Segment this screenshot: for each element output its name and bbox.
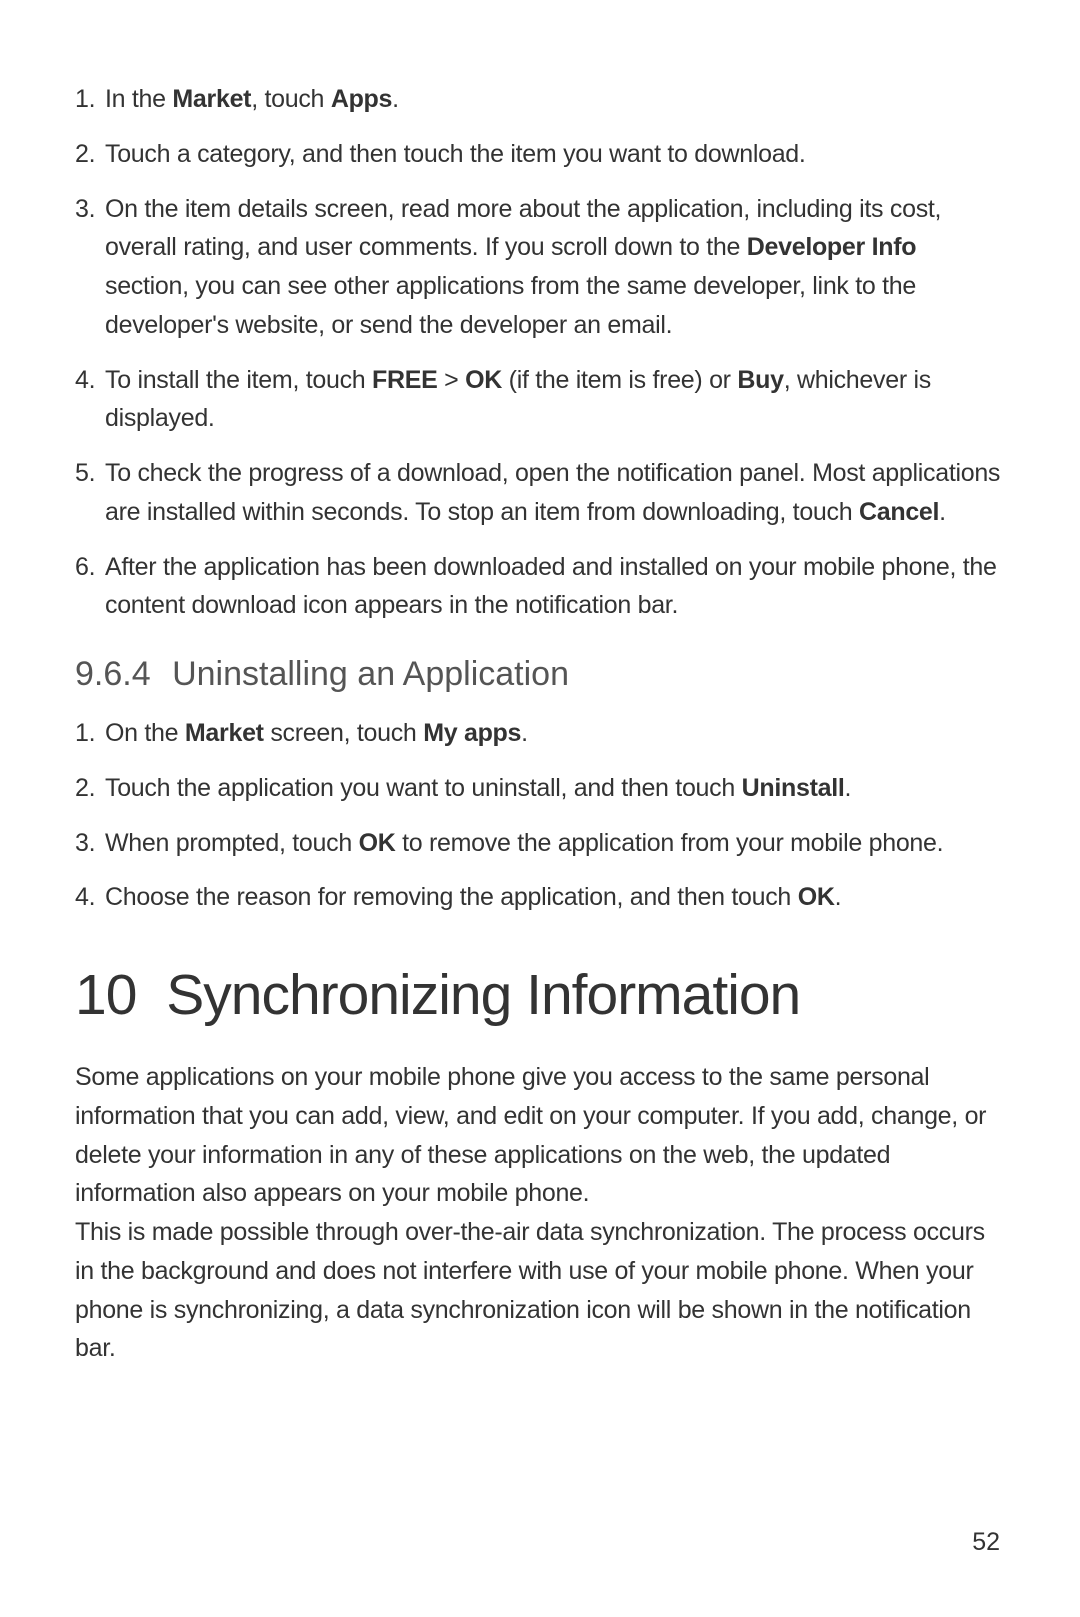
list-item: 6. After the application has been downloa…: [75, 548, 1005, 626]
install-steps-list: 1. In the Market, touch Apps. 2. Touch a ca…: [75, 80, 1005, 625]
list-item-number: 1.: [75, 80, 95, 119]
list-item: 2. Touch the application you want to unin…: [75, 769, 1005, 808]
list-item: 4. Choose the reason for removing the app…: [75, 878, 1005, 917]
subsection-heading: 9.6.4 Uninstalling an Application: [75, 655, 1005, 694]
list-item-number: 3.: [75, 824, 95, 863]
text-segment: In the: [105, 85, 172, 113]
text-segment: >: [438, 366, 466, 394]
text-segment: Choose the reason for removing the appli…: [105, 883, 798, 911]
text-segment: When prompted, touch: [105, 829, 359, 857]
chapter-number: 10: [75, 963, 136, 1027]
bold-text: Cancel: [859, 498, 939, 526]
chapter-body-para: This is made possible through over-the-a…: [75, 1213, 1005, 1368]
text-segment: After the application has been downloade…: [105, 553, 997, 620]
text-segment: (if the item is free) or: [502, 366, 737, 394]
text-segment: Touch a category, and then touch the ite…: [105, 140, 806, 168]
subsection-number: 9.6.4: [75, 655, 151, 693]
text-segment: .: [939, 498, 946, 526]
text-segment: to remove the application from your mobi…: [395, 829, 943, 857]
bold-text: My apps: [423, 719, 521, 747]
text-segment: , touch: [251, 85, 331, 113]
list-item-number: 4.: [75, 878, 95, 917]
text-segment: screen, touch: [264, 719, 423, 747]
bold-text: Apps: [331, 85, 392, 113]
bold-text: Developer Info: [747, 233, 916, 261]
page-number: 52: [972, 1528, 1000, 1557]
uninstall-steps-list: 1.On the Market screen, touch My apps.2.…: [75, 714, 1005, 917]
subsection-title: Uninstalling an Application: [172, 655, 569, 693]
list-item: 5.To check the progress of a download, o…: [75, 454, 1005, 532]
chapter-title: Synchronizing Information: [166, 963, 800, 1027]
text-segment: .: [845, 774, 852, 802]
list-item-number: 4.: [75, 361, 95, 400]
bold-text: Market: [172, 85, 251, 113]
list-item-number: 5.: [75, 454, 95, 493]
list-item-number: 2.: [75, 769, 95, 808]
text-segment: section, you can see other applications …: [105, 272, 916, 339]
list-item: 1. In the Market, touch Apps.: [75, 80, 1005, 119]
bold-text: Uninstall: [742, 774, 845, 802]
bold-text: OK: [465, 366, 502, 394]
list-item-number: 6.: [75, 548, 95, 587]
text-segment: .: [835, 883, 842, 911]
chapter-heading: 10 Synchronizing Information: [75, 962, 1005, 1028]
text-segment: Touch the application you want to uninst…: [105, 774, 742, 802]
list-item: 1. On the Market screen, touch My apps.: [75, 714, 1005, 753]
list-item: 3.On the item details screen, read more …: [75, 190, 1005, 345]
list-item: 4. To install the item, touch FREE > OK (…: [75, 361, 1005, 439]
bold-text: OK: [359, 829, 396, 857]
list-item-number: 3.: [75, 190, 95, 229]
bold-text: OK: [798, 883, 835, 911]
bold-text: FREE: [372, 366, 437, 394]
bold-text: Buy: [737, 366, 783, 394]
text-segment: .: [521, 719, 528, 747]
list-item-number: 2.: [75, 135, 95, 174]
text-segment: .: [392, 85, 399, 113]
text-segment: To install the item, touch: [105, 366, 372, 394]
list-item: 3. When prompted, touch OK to remove the …: [75, 824, 1005, 863]
bold-text: Market: [185, 719, 264, 747]
list-item: 2. Touch a category, and then touch the i…: [75, 135, 1005, 174]
chapter-body-para: Some applications on your mobile phone g…: [75, 1058, 1005, 1213]
text-segment: On the: [105, 719, 185, 747]
list-item-number: 1.: [75, 714, 95, 753]
